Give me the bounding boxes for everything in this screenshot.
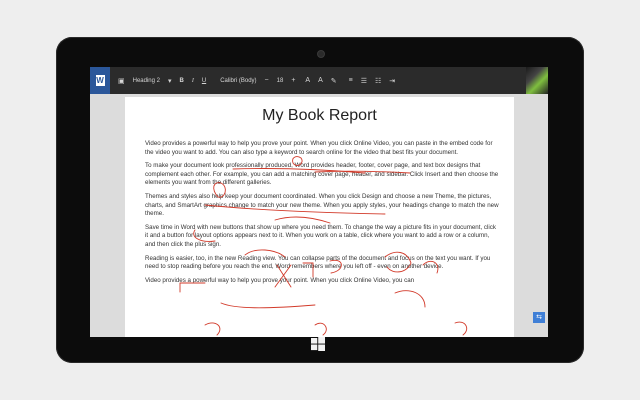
highlighter-icon[interactable]: ✎ [331,77,337,85]
camera-icon [317,50,325,58]
screen: W ▣ Heading 2 ▾ B I U Calibri (Body) − 1… [90,67,548,337]
document-body[interactable]: Video provides a powerful way to help yo… [145,140,500,290]
word-letter: W [95,75,105,86]
font-size-dropdown[interactable]: 18 [277,78,284,84]
windows-logo-icon[interactable] [311,337,325,351]
paragraph: Save time in Word with new buttons that … [145,223,496,248]
increase-size-icon[interactable]: + [291,77,295,84]
ribbon-toolbar: W ▣ Heading 2 ▾ B I U Calibri (Body) − 1… [90,67,548,94]
font-color-icon[interactable]: A [305,77,310,84]
tablet-device: W ▣ Heading 2 ▾ B I U Calibri (Body) − 1… [56,37,584,363]
align-left-icon[interactable]: ≡ [349,77,353,84]
word-app-icon[interactable]: W [90,67,110,94]
bold-button[interactable]: B [180,78,184,84]
ink-stroke [220,302,316,309]
ink-stroke [314,322,327,336]
bullets-icon[interactable]: ☰ [361,77,367,85]
ink-stroke [394,290,426,308]
document-title: My Book Report [262,107,377,124]
numbering-icon[interactable]: ☷ [375,77,381,85]
paragraph: To make your document look professionall… [145,162,499,187]
text-effect-icon[interactable]: A [318,77,323,84]
paragraph: Themes and styles also help keep your do… [145,192,499,218]
ink-stroke [454,321,468,336]
style-dropdown[interactable]: Heading 2 [133,78,160,84]
clipboard-icon[interactable]: ▣ [118,77,125,85]
indent-icon[interactable]: ⇥ [389,77,395,85]
chevron-down-icon[interactable]: ▾ [168,77,172,85]
user-avatar[interactable] [526,67,548,94]
italic-button[interactable]: I [192,78,194,84]
paragraph: Video provides a powerful way to help yo… [145,140,493,156]
paragraph: Video provides a powerful way to help yo… [145,276,415,284]
paragraph: Reading is easier, too, in the new Readi… [145,254,491,271]
underline-button[interactable]: U [202,78,206,84]
ink-stroke [204,322,221,336]
decrease-size-icon[interactable]: − [265,77,269,84]
side-scroll-button[interactable]: ⇆ [533,312,545,323]
font-dropdown[interactable]: Calibri (Body) [220,78,256,84]
document-page[interactable]: My Book Report Video provides a powerful… [125,97,514,337]
